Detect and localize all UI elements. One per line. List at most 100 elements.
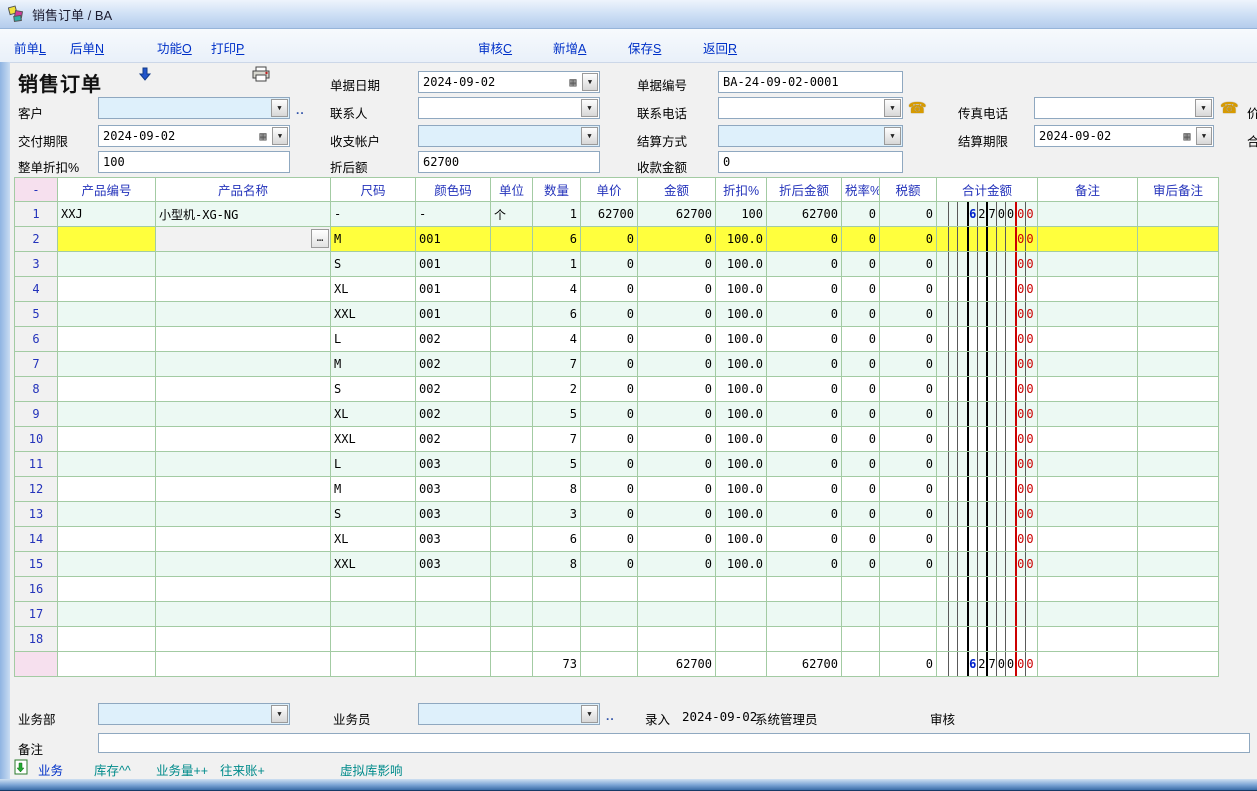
cell-disc[interactable] [716,577,767,602]
cell-qty[interactable]: 5 [533,402,581,427]
cell-disc[interactable]: 100.0 [716,252,767,277]
cell-tax[interactable]: 0 [880,552,937,577]
cell-damt[interactable]: 0 [767,352,842,377]
row-number[interactable]: 2 [15,227,58,252]
cell-size[interactable]: S [331,252,416,277]
table-row[interactable]: 10XXL002700100.000000 [15,427,1219,452]
cell-qty[interactable]: 5 [533,452,581,477]
cell-code[interactable] [58,552,156,577]
cell-name[interactable] [156,552,331,577]
cell-audit-note[interactable] [1138,427,1219,452]
cell-name[interactable] [156,352,331,377]
column-header[interactable]: 税率% [842,178,880,202]
cell-qty[interactable]: 7 [533,352,581,377]
column-header[interactable]: 数量 [533,178,581,202]
cell-note[interactable] [1038,252,1138,277]
cell-price[interactable]: 0 [581,477,638,502]
cell-code[interactable] [58,427,156,452]
cell-unit[interactable] [491,552,533,577]
row-number[interactable]: 3 [15,252,58,277]
discounted-amt-input[interactable]: 62700 [418,151,600,173]
cell-amt[interactable]: 0 [638,427,716,452]
customer-more-button[interactable]: .. [296,103,305,117]
cell-trate[interactable]: 0 [842,327,880,352]
cell-damt[interactable]: 0 [767,377,842,402]
table-row[interactable]: 3S001100100.000000 [15,252,1219,277]
cell-tax[interactable]: 0 [880,452,937,477]
cell-name[interactable] [156,527,331,552]
cell-color[interactable]: - [416,202,491,227]
cell-note[interactable] [1038,477,1138,502]
cell-price[interactable]: 0 [581,277,638,302]
cell-note[interactable] [1038,502,1138,527]
cell-code[interactable] [58,227,156,252]
cell-name[interactable] [156,327,331,352]
cell-code[interactable] [58,377,156,402]
settle-method-combo[interactable]: ▼ [718,125,903,147]
cell-tax[interactable]: 0 [880,227,937,252]
column-header[interactable]: - [15,178,58,202]
row-number[interactable]: 11 [15,452,58,477]
cell-audit-note[interactable] [1138,452,1219,477]
cell-tax[interactable]: 0 [880,277,937,302]
cell-disc[interactable]: 100.0 [716,377,767,402]
cell-color[interactable]: 003 [416,502,491,527]
cell-qty[interactable]: 7 [533,427,581,452]
print-button[interactable]: 打印P [211,38,244,57]
cell-note[interactable] [1038,552,1138,577]
cell-note[interactable] [1038,202,1138,227]
cell-damt[interactable]: 0 [767,252,842,277]
cell-damt[interactable] [767,627,842,652]
cell-trate[interactable]: 0 [842,252,880,277]
cell-audit-note[interactable] [1138,377,1219,402]
cell-note[interactable] [1038,452,1138,477]
cell-unit[interactable] [491,627,533,652]
cell-amt[interactable]: 0 [638,227,716,252]
cell-name[interactable] [156,377,331,402]
cell-size[interactable]: M [331,352,416,377]
cell-disc[interactable]: 100.0 [716,502,767,527]
cell-code[interactable] [58,452,156,477]
row-number[interactable]: 9 [15,402,58,427]
row-number[interactable]: 18 [15,627,58,652]
cell-amt[interactable] [638,577,716,602]
cell-unit[interactable] [491,577,533,602]
row-number[interactable]: 7 [15,352,58,377]
cell-qty[interactable] [533,602,581,627]
column-header[interactable]: 单位 [491,178,533,202]
cell-price[interactable]: 0 [581,327,638,352]
chevron-down-icon[interactable]: ▼ [581,127,598,145]
cell-damt[interactable]: 62700 [767,202,842,227]
tab-business-volume[interactable]: 业务量++ [156,760,208,779]
chevron-down-icon[interactable]: ▼ [271,705,288,723]
cell-code[interactable] [58,302,156,327]
cell-unit[interactable] [491,252,533,277]
cell-tax[interactable]: 0 [880,302,937,327]
cell-trate[interactable]: 0 [842,427,880,452]
row-number[interactable]: 6 [15,327,58,352]
cell-note[interactable] [1038,427,1138,452]
cell-trate[interactable] [842,627,880,652]
row-number[interactable]: 17 [15,602,58,627]
cell-color[interactable]: 002 [416,402,491,427]
cell-tax[interactable]: 0 [880,527,937,552]
cell-disc[interactable]: 100.0 [716,302,767,327]
cell-color[interactable]: 001 [416,227,491,252]
cell-price[interactable]: 0 [581,352,638,377]
cell-amt[interactable]: 0 [638,452,716,477]
cell-audit-note[interactable] [1138,252,1219,277]
cell-note[interactable] [1038,377,1138,402]
column-header[interactable]: 折后金额 [767,178,842,202]
cell-amt[interactable]: 62700 [638,202,716,227]
row-number[interactable]: 4 [15,277,58,302]
cell-unit[interactable] [491,527,533,552]
cell-tax[interactable]: 0 [880,352,937,377]
cell-tax[interactable]: 0 [880,477,937,502]
cell-size[interactable]: XL [331,277,416,302]
next-bill-button[interactable]: 后单N [70,38,104,57]
cell-unit[interactable]: 个 [491,202,533,227]
cell-code[interactable]: XXJ [58,202,156,227]
column-header[interactable]: 金额 [638,178,716,202]
chevron-down-icon[interactable]: ▼ [1195,99,1212,117]
cell-trate[interactable]: 0 [842,227,880,252]
